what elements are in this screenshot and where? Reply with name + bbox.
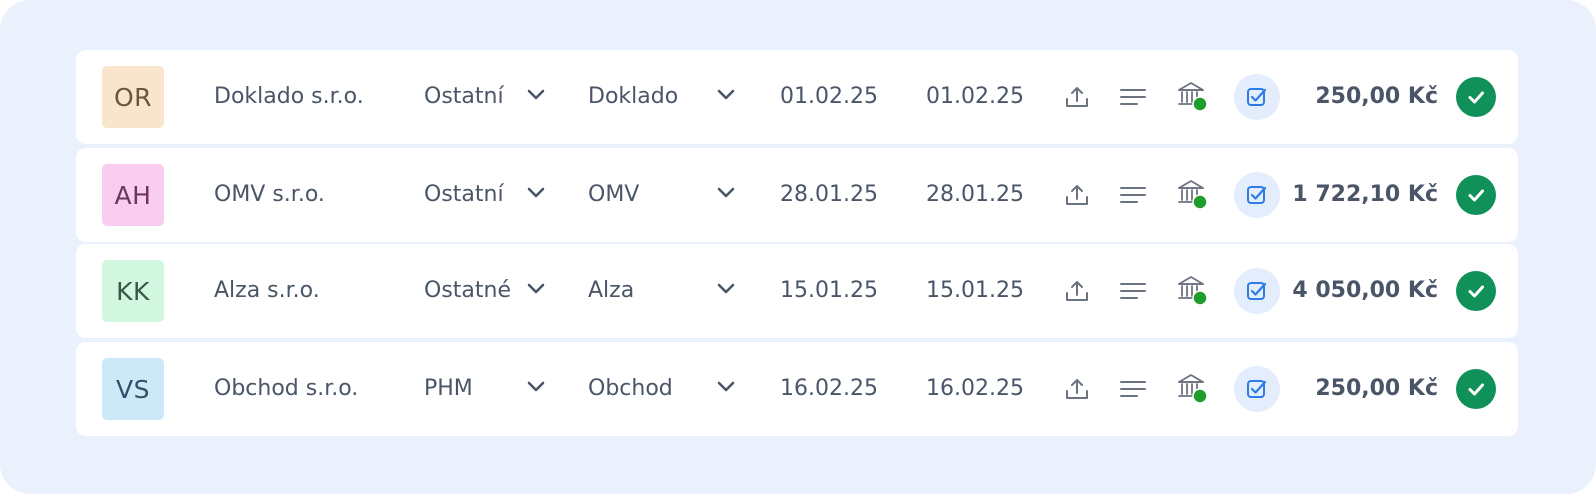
- check-circle-icon: [1468, 189, 1484, 202]
- supplier-select[interactable]: OMV: [588, 148, 639, 242]
- due-date[interactable]: 01.02.25: [926, 50, 1024, 144]
- chevron-down-icon[interactable]: [526, 282, 546, 296]
- bank-icon[interactable]: [1176, 372, 1208, 404]
- issue-date[interactable]: 01.02.25: [780, 50, 878, 144]
- bank-icon[interactable]: [1176, 80, 1208, 112]
- avatar: VS: [102, 358, 164, 420]
- approved-status[interactable]: [1456, 77, 1496, 117]
- amount: 250,00 Kč: [1315, 84, 1438, 109]
- chevron-down-icon[interactable]: [716, 88, 736, 102]
- issue-date[interactable]: 16.02.25: [780, 342, 878, 436]
- checkbox-icon: [1247, 282, 1267, 300]
- invoice-list-panel: OR Doklado s.r.o. Ostatní Doklado 01.02.…: [0, 0, 1596, 494]
- chevron-down-icon[interactable]: [526, 380, 546, 394]
- notes-icon[interactable]: [1120, 278, 1146, 304]
- chevron-down-icon[interactable]: [716, 282, 736, 296]
- issue-date[interactable]: 28.01.25: [780, 148, 878, 242]
- verify-button[interactable]: [1234, 74, 1280, 120]
- notes-icon[interactable]: [1120, 182, 1146, 208]
- avatar: AH: [102, 164, 164, 226]
- company-name: Obchod s.r.o.: [214, 376, 359, 401]
- approved-status[interactable]: [1456, 175, 1496, 215]
- checkbox-icon: [1247, 380, 1267, 398]
- notes-icon[interactable]: [1120, 84, 1146, 110]
- amount: 250,00 Kč: [1315, 376, 1438, 401]
- category-select[interactable]: Ostatní: [424, 50, 504, 144]
- due-date[interactable]: 28.01.25: [926, 148, 1024, 242]
- chevron-down-icon[interactable]: [526, 88, 546, 102]
- bank-icon[interactable]: [1176, 274, 1208, 306]
- table-row[interactable]: OR Doklado s.r.o. Ostatní Doklado 01.02.…: [76, 50, 1518, 144]
- amount: 4 050,00 Kč: [1292, 278, 1438, 303]
- table-row[interactable]: VS Obchod s.r.o. PHM Obchod 16.02.25 16.…: [76, 342, 1518, 436]
- supplier-select[interactable]: Obchod: [588, 342, 673, 436]
- check-circle-icon: [1468, 285, 1484, 298]
- avatar: OR: [102, 66, 164, 128]
- upload-icon[interactable]: [1064, 182, 1090, 208]
- table-row[interactable]: AH OMV s.r.o. Ostatní OMV 28.01.25 28.01…: [76, 148, 1518, 242]
- upload-icon[interactable]: [1064, 376, 1090, 402]
- table-row[interactable]: KK Alza s.r.o. Ostatné Alza 15.01.25 15.…: [76, 244, 1518, 338]
- avatar: KK: [102, 260, 164, 322]
- due-date[interactable]: 15.01.25: [926, 244, 1024, 338]
- category-select[interactable]: PHM: [424, 342, 473, 436]
- company-name: Doklado s.r.o.: [214, 84, 364, 109]
- check-circle-icon: [1468, 91, 1484, 104]
- verify-button[interactable]: [1234, 172, 1280, 218]
- amount: 1 722,10 Kč: [1292, 182, 1438, 207]
- supplier-select[interactable]: Doklado: [588, 50, 678, 144]
- category-select[interactable]: Ostatné: [424, 244, 511, 338]
- upload-icon[interactable]: [1064, 84, 1090, 110]
- category-select[interactable]: Ostatní: [424, 148, 504, 242]
- approved-status[interactable]: [1456, 271, 1496, 311]
- approved-status[interactable]: [1456, 369, 1496, 409]
- chevron-down-icon[interactable]: [526, 186, 546, 200]
- verify-button[interactable]: [1234, 268, 1280, 314]
- bank-icon[interactable]: [1176, 178, 1208, 210]
- notes-icon[interactable]: [1120, 376, 1146, 402]
- chevron-down-icon[interactable]: [716, 186, 736, 200]
- checkbox-icon: [1247, 88, 1267, 106]
- checkbox-icon: [1247, 186, 1267, 204]
- check-circle-icon: [1468, 383, 1484, 396]
- due-date[interactable]: 16.02.25: [926, 342, 1024, 436]
- issue-date[interactable]: 15.01.25: [780, 244, 878, 338]
- upload-icon[interactable]: [1064, 278, 1090, 304]
- company-name: Alza s.r.o.: [214, 278, 320, 303]
- chevron-down-icon[interactable]: [716, 380, 736, 394]
- verify-button[interactable]: [1234, 366, 1280, 412]
- supplier-select[interactable]: Alza: [588, 244, 634, 338]
- company-name: OMV s.r.o.: [214, 182, 325, 207]
